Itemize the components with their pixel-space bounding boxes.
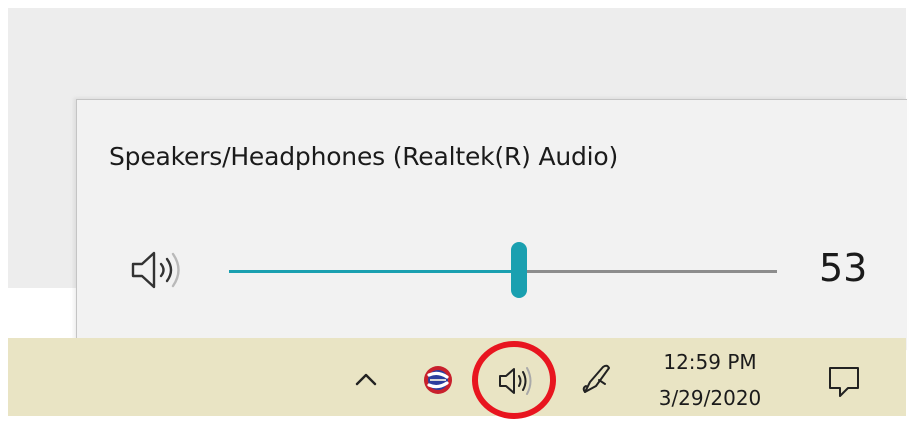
volume-flyout: Speakers/Headphones (Realtek(R) Audio) 5…	[76, 99, 907, 350]
action-center-icon[interactable]	[824, 362, 864, 400]
volume-value: 53	[819, 246, 868, 290]
taskbar: 12:59 PM 3/29/2020	[8, 338, 906, 419]
slider-track-remaining	[519, 270, 777, 273]
pen-icon[interactable]	[578, 360, 614, 398]
slider-track-filled	[229, 270, 519, 273]
volume-slider[interactable]	[229, 242, 777, 298]
clock-time: 12:59 PM	[663, 350, 757, 374]
audio-device-name[interactable]: Speakers/Headphones (Realtek(R) Audio)	[109, 142, 618, 171]
clock-date: 3/29/2020	[658, 386, 762, 410]
desktop: Speakers/Headphones (Realtek(R) Audio) 5…	[0, 0, 914, 421]
highlight-circle	[472, 341, 556, 419]
taskbar-clock[interactable]: 12:59 PM 3/29/2020	[648, 344, 772, 416]
app-tray-icon[interactable]	[418, 362, 458, 398]
slider-thumb[interactable]	[511, 242, 527, 298]
background-window-panel	[8, 288, 78, 338]
chevron-up-icon[interactable]	[348, 364, 384, 394]
speaker-icon[interactable]	[129, 248, 193, 292]
